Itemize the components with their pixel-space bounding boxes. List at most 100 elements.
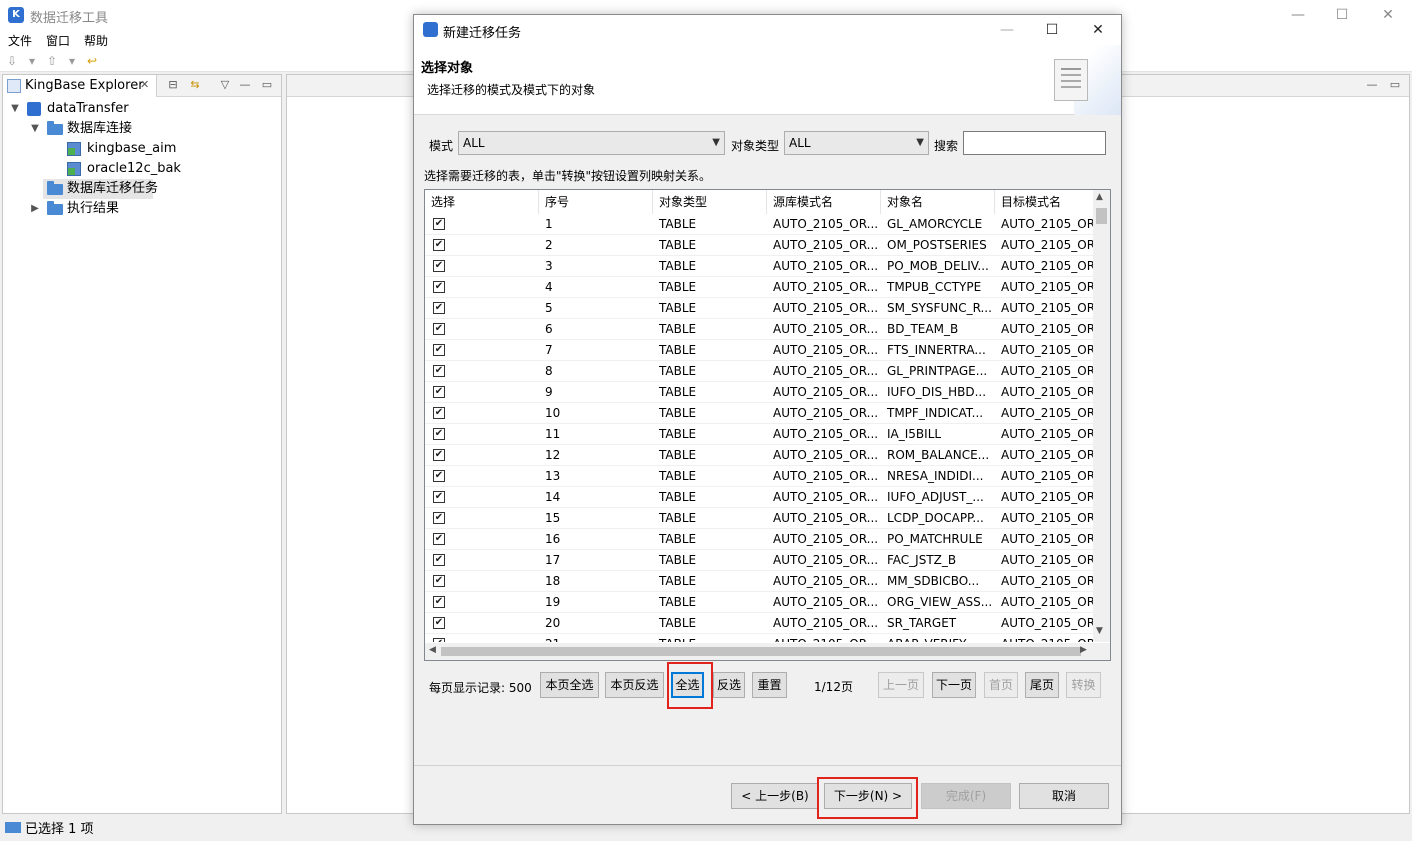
table-row[interactable]: ✔ 6 TABLE AUTO_2105_OR... BD_TEAM_B AUTO_2105…	[425, 319, 1095, 340]
scroll-up-icon[interactable]: ▲	[1096, 192, 1103, 202]
table-row[interactable]: ✔ 14 TABLE AUTO_2105_OR... IUFO_ADJUST_... AU…	[425, 487, 1095, 508]
row-checkbox[interactable]: ✔	[433, 218, 445, 230]
maximize-view-icon[interactable]: ▭	[260, 78, 274, 92]
row-checkbox[interactable]: ✔	[433, 491, 445, 503]
back-arrow-icon[interactable]: ↩	[85, 54, 99, 68]
reset-button[interactable]: 重置	[752, 672, 787, 698]
table-row[interactable]: ✔ 20 TABLE AUTO_2105_OR... SR_TARGET AUTO_210…	[425, 613, 1095, 634]
col-header-src-schema[interactable]: 源库模式名	[767, 190, 881, 214]
row-checkbox[interactable]: ✔	[433, 449, 445, 461]
explorer-tab[interactable]: KingBase Explorer ✕	[3, 75, 157, 97]
collapse-all-icon[interactable]: ⊟	[166, 78, 180, 92]
row-checkbox[interactable]: ✔	[433, 386, 445, 398]
tree-item-oracle12c-bak[interactable]: oracle12c_bak	[7, 159, 279, 179]
tree-item-migration-tasks[interactable]: 数据库迁移任务	[43, 179, 158, 199]
row-checkbox[interactable]: ✔	[433, 428, 445, 440]
link-editor-icon[interactable]: ⇆	[188, 78, 202, 92]
row-checkbox[interactable]: ✔	[433, 617, 445, 629]
finish-button[interactable]: 完成(F)	[921, 783, 1011, 809]
export-icon[interactable]: ⇧	[45, 54, 59, 68]
row-checkbox[interactable]: ✔	[433, 554, 445, 566]
maximize-editor-icon[interactable]: ▭	[1388, 78, 1402, 92]
table-row[interactable]: ✔ 4 TABLE AUTO_2105_OR... TMPUB_CCTYPE AUTO_2…	[425, 277, 1095, 298]
menu-window[interactable]: 窗口	[46, 32, 70, 49]
next-page-button[interactable]: 下一页	[932, 672, 976, 698]
table-row[interactable]: ✔ 8 TABLE AUTO_2105_OR... GL_PRINTPAGE... AUT…	[425, 361, 1095, 382]
col-header-select[interactable]: 选择	[425, 190, 539, 214]
row-checkbox[interactable]: ✔	[433, 260, 445, 272]
horizontal-scrollbar[interactable]: ◀ ▶	[425, 643, 1110, 660]
cancel-button[interactable]: 取消	[1019, 783, 1109, 809]
close-icon[interactable]: ✕	[1087, 20, 1109, 40]
select-page-button[interactable]: 本页全选	[540, 672, 599, 698]
table-row[interactable]: ✔ 13 TABLE AUTO_2105_OR... NRESA_INDIDI... AU…	[425, 466, 1095, 487]
row-checkbox[interactable]: ✔	[433, 512, 445, 524]
scroll-down-icon[interactable]: ▼	[1096, 626, 1103, 636]
col-header-object-name[interactable]: 对象名	[881, 190, 995, 214]
row-checkbox[interactable]: ✔	[433, 407, 445, 419]
col-header-seq[interactable]: 序号	[539, 190, 653, 214]
row-checkbox[interactable]: ✔	[433, 281, 445, 293]
scroll-thumb[interactable]	[441, 647, 1081, 656]
expanded-chevron-icon[interactable]: ▼	[9, 99, 21, 119]
first-page-button[interactable]: 首页	[984, 672, 1018, 698]
table-row[interactable]: ✔ 15 TABLE AUTO_2105_OR... LCDP_DOCAPP... AUT…	[425, 508, 1095, 529]
scroll-thumb[interactable]	[1096, 208, 1107, 224]
row-checkbox[interactable]: ✔	[433, 323, 445, 335]
dropdown-icon[interactable]: ▾	[65, 54, 79, 68]
row-checkbox[interactable]: ✔	[433, 575, 445, 587]
table-row[interactable]: ✔ 19 TABLE AUTO_2105_OR... ORG_VIEW_ASS... AU…	[425, 592, 1095, 613]
collapsed-chevron-icon[interactable]: ▶	[29, 199, 41, 219]
row-checkbox[interactable]: ✔	[433, 365, 445, 377]
table-row[interactable]: ✔ 9 TABLE AUTO_2105_OR... IUFO_DIS_HBD... AUT…	[425, 382, 1095, 403]
table-row[interactable]: ✔ 12 TABLE AUTO_2105_OR... ROM_BALANCE... AUT…	[425, 445, 1095, 466]
tree-item-kingbase-aim[interactable]: kingbase_aim	[7, 139, 279, 159]
row-checkbox[interactable]: ✔	[433, 344, 445, 356]
table-row[interactable]: ✔ 7 TABLE AUTO_2105_OR... FTS_INNERTRA... AUT…	[425, 340, 1095, 361]
scroll-right-icon[interactable]: ▶	[1080, 645, 1087, 655]
scroll-left-icon[interactable]: ◀	[429, 645, 436, 655]
row-checkbox[interactable]: ✔	[433, 596, 445, 608]
col-header-type[interactable]: 对象类型	[653, 190, 767, 214]
table-row[interactable]: ✔ 21TABLEAUTO_2105_OR...ARAP_VERIFY...AUT…	[425, 634, 1095, 642]
row-checkbox[interactable]: ✔	[433, 470, 445, 482]
dropdown-icon[interactable]: ▾	[25, 54, 39, 68]
invert-button[interactable]: 反选	[713, 672, 745, 698]
table-row[interactable]: ✔ 1 TABLE AUTO_2105_OR... GL_AMORCYCLE AUTO_2…	[425, 214, 1095, 235]
table-row[interactable]: ✔ 10 TABLE AUTO_2105_OR... TMPF_INDICAT... AU…	[425, 403, 1095, 424]
table-row[interactable]: ✔ 17 TABLE AUTO_2105_OR... FAC_JSTZ_B AUTO_21…	[425, 550, 1095, 571]
close-icon[interactable]: ✕	[1378, 5, 1398, 25]
minimize-icon[interactable]: —	[1288, 5, 1308, 25]
invert-page-button[interactable]: 本页反选	[605, 672, 664, 698]
convert-button[interactable]: 转换	[1066, 672, 1101, 698]
table-row[interactable]: ✔ 3 TABLE AUTO_2105_OR... PO_MOB_DELIV... AUT…	[425, 256, 1095, 277]
menu-help[interactable]: 帮助	[84, 32, 108, 49]
maximize-icon[interactable]: ☐	[1332, 5, 1352, 25]
view-menu-icon[interactable]: ▽	[218, 78, 232, 92]
table-row[interactable]: ✔ 5 TABLE AUTO_2105_OR... SM_SYSFUNC_R... AUT…	[425, 298, 1095, 319]
minimize-editor-icon[interactable]: —	[1365, 78, 1379, 92]
table-row[interactable]: ✔ 2 TABLE AUTO_2105_OR... OM_POSTSERIES AUTO_…	[425, 235, 1095, 256]
last-page-button[interactable]: 尾页	[1025, 672, 1059, 698]
mode-select[interactable]: ALL ▼	[458, 131, 725, 155]
maximize-icon[interactable]: ☐	[1041, 20, 1063, 40]
row-checkbox[interactable]: ✔	[433, 239, 445, 251]
table-row[interactable]: ✔ 18 TABLE AUTO_2105_OR... MM_SDBICBO... AUTO…	[425, 571, 1095, 592]
row-checkbox[interactable]: ✔	[433, 302, 445, 314]
tree-item-db-connections[interactable]: ▼ 数据库连接	[7, 119, 279, 139]
tree-item-results[interactable]: ▶ 执行结果	[7, 199, 279, 219]
table-row[interactable]: ✔ 11 TABLE AUTO_2105_OR... IA_I5BILL AUTO_210…	[425, 424, 1095, 445]
table-row[interactable]: ✔ 16 TABLE AUTO_2105_OR... PO_MATCHRULE AUTO_…	[425, 529, 1095, 550]
row-checkbox[interactable]: ✔	[433, 638, 445, 642]
expanded-chevron-icon[interactable]: ▼	[29, 119, 41, 139]
object-type-select[interactable]: ALL ▼	[784, 131, 929, 155]
search-input[interactable]	[963, 131, 1106, 155]
col-header-dst-schema[interactable]: 目标模式名	[995, 190, 1095, 214]
menu-file[interactable]: 文件	[8, 32, 32, 49]
back-button[interactable]: < 上一步(B)	[731, 783, 819, 809]
prev-page-button[interactable]: 上一页	[878, 672, 924, 698]
minimize-view-icon[interactable]: —	[238, 78, 252, 92]
tree-item-datatransfer[interactable]: ▼ dataTransfer	[7, 99, 279, 119]
tab-close-icon[interactable]: ✕	[140, 78, 149, 91]
import-icon[interactable]: ⇩	[5, 54, 19, 68]
